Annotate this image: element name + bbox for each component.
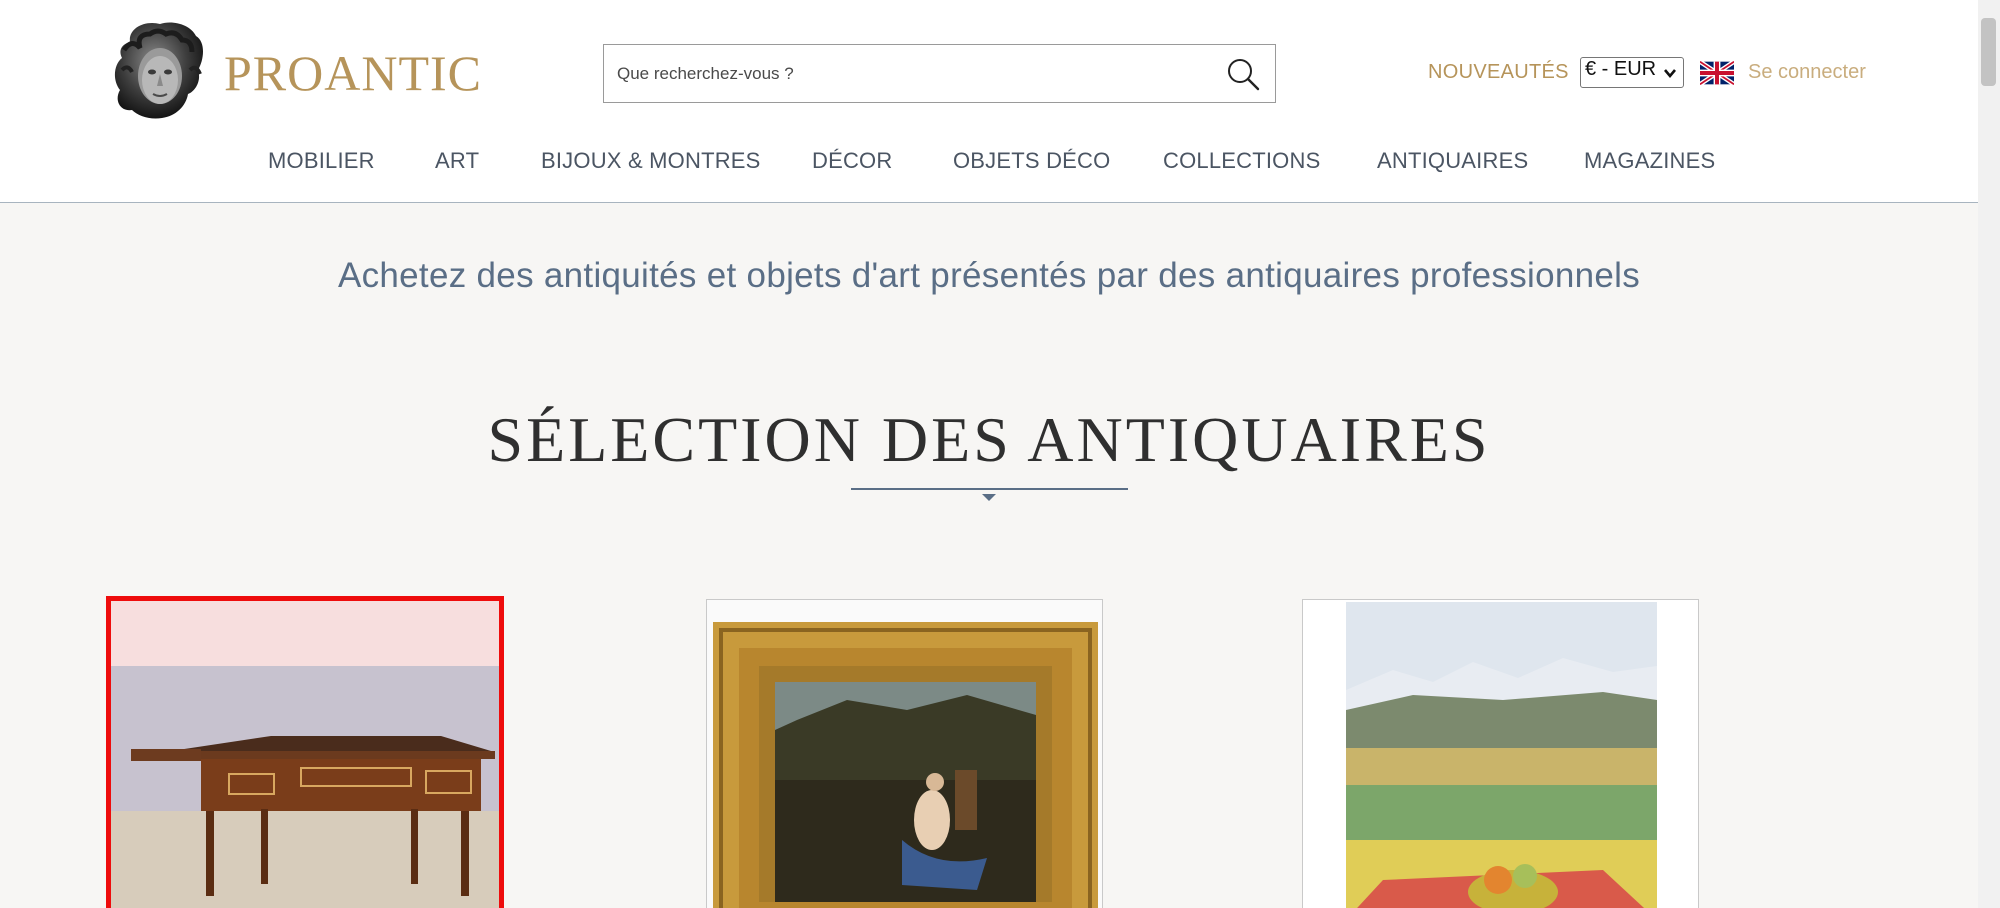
nav-item-bijoux-montres[interactable]: BIJOUX & MONTRES (541, 148, 761, 174)
site-header: PROANTIC NOUVEAUTÉS € - EUR Se connecter (0, 0, 1978, 203)
nav-item-mobilier[interactable]: MOBILIER (268, 148, 375, 174)
divider-diamond-icon (982, 489, 996, 501)
nav-item-collections[interactable]: COLLECTIONS (1163, 148, 1320, 174)
search-icon[interactable] (1225, 56, 1261, 92)
tagline: Achetez des antiquités et objets d'art p… (337, 256, 1641, 295)
chevron-down-icon (1663, 64, 1677, 87)
product-card-landscape-painting[interactable] (1302, 599, 1699, 908)
section-title: SÉLECTION DES ANTIQUAIRES (487, 404, 1491, 475)
brand-name[interactable]: PROANTIC (224, 44, 482, 102)
login-link[interactable]: Se connecter (1748, 61, 1866, 84)
uk-flag-icon[interactable] (1698, 59, 1736, 87)
logo-bust-icon[interactable] (110, 20, 210, 122)
scrollbar-thumb[interactable] (1981, 18, 1996, 86)
currency-select[interactable]: € - EUR (1580, 57, 1684, 88)
scrollbar[interactable] (1978, 0, 2000, 908)
product-card-framed-painting[interactable] (706, 599, 1103, 908)
product-card-desk[interactable] (106, 596, 504, 908)
currency-value: € - EUR (1585, 58, 1657, 80)
nav-item-antiquaires[interactable]: ANTIQUAIRES (1377, 148, 1528, 174)
desk-image (111, 601, 499, 908)
search-box (603, 44, 1276, 103)
news-link[interactable]: NOUVEAUTÉS (1428, 61, 1569, 84)
nav-item-decor[interactable]: DÉCOR (812, 148, 892, 174)
nav-item-art[interactable]: ART (435, 148, 479, 174)
nav-item-objets-deco[interactable]: OBJETS DÉCO (953, 148, 1110, 174)
landscape-painting-image (1303, 600, 1698, 908)
framed-painting-image (707, 600, 1102, 908)
search-input[interactable] (604, 45, 1204, 102)
main-nav: MOBILIER ART BIJOUX & MONTRES DÉCOR OBJE… (0, 148, 1978, 178)
nav-item-magazines[interactable]: MAGAZINES (1584, 148, 1715, 174)
